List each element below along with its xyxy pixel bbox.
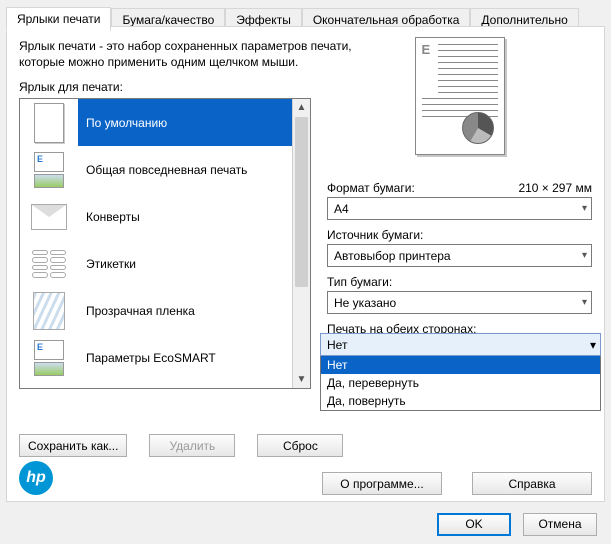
duplex-option-none[interactable]: Нет (321, 356, 600, 374)
duplex-option-rotate[interactable]: Да, повернуть (321, 392, 600, 410)
chevron-down-icon: ▾ (582, 203, 587, 214)
page-preview: E (405, 37, 515, 167)
shortcuts-listbox[interactable]: По умолчанию E Общая повседневная печать… (19, 98, 311, 389)
shortcut-label: Прозрачная пленка (86, 304, 293, 318)
paper-type-select[interactable]: Не указано ▾ (327, 291, 592, 314)
paper-type-label: Тип бумаги: (327, 275, 392, 289)
scroll-down-icon[interactable]: ▼ (293, 371, 310, 388)
shortcut-label: Конверты (86, 210, 293, 224)
tab-shortcuts[interactable]: Ярлыки печати (6, 7, 111, 31)
paper-size-label: Формат бумаги: (327, 181, 415, 195)
ok-button[interactable]: OK (437, 513, 511, 536)
paper-source-label: Источник бумаги: (327, 228, 423, 242)
duplex-select-open[interactable]: Нет ▾ Нет Да, перевернуть Да, повернуть (320, 333, 601, 411)
duplex-selected-value: Нет (327, 338, 347, 352)
chevron-down-icon: ▾ (590, 338, 596, 352)
chevron-down-icon: ▾ (582, 297, 587, 308)
scroll-thumb[interactable] (295, 117, 308, 287)
paper-size-select[interactable]: A4 ▾ (327, 197, 592, 220)
pie-chart-icon (462, 112, 494, 144)
shortcut-item-default[interactable]: По умолчанию (20, 99, 293, 146)
paper-source-value: Автовыбор принтера (334, 249, 451, 263)
hp-logo: hp (19, 461, 53, 495)
shortcut-item-labels[interactable]: Этикетки (20, 240, 293, 287)
paper-type-value: Не указано (334, 296, 396, 310)
scrollbar[interactable]: ▲ ▼ (292, 99, 310, 388)
chevron-down-icon: ▾ (582, 250, 587, 261)
help-button[interactable]: Справка (472, 472, 592, 495)
shortcut-label: Параметры EcoSMART (86, 351, 293, 365)
paper-size-dim: 210 × 297 мм (518, 181, 592, 195)
shortcut-label: По умолчанию (86, 116, 293, 130)
delete-button: Удалить (149, 434, 235, 457)
shortcut-item-everyday[interactable]: E Общая повседневная печать (20, 146, 293, 193)
paper-size-value: A4 (334, 202, 349, 216)
save-as-button[interactable]: Сохранить как... (19, 434, 127, 457)
shortcut-item-ecosmart[interactable]: E Параметры EcoSMART (20, 334, 293, 381)
shortcut-item-transparency[interactable]: Прозрачная пленка (20, 287, 293, 334)
scroll-up-icon[interactable]: ▲ (293, 99, 310, 116)
preview-e-icon: E (422, 42, 431, 57)
duplex-options-list: Нет Да, перевернуть Да, повернуть (320, 356, 601, 411)
shortcut-label: Общая повседневная печать (86, 163, 293, 177)
cancel-button[interactable]: Отмена (523, 513, 597, 536)
duplex-option-flip[interactable]: Да, перевернуть (321, 374, 600, 392)
shortcut-item-envelopes[interactable]: Конверты (20, 193, 293, 240)
about-button[interactable]: О программе... (322, 472, 442, 495)
shortcut-label: Этикетки (86, 257, 293, 271)
tab-body: Ярлык печати - это набор сохраненных пар… (6, 26, 605, 502)
paper-source-select[interactable]: Автовыбор принтера ▾ (327, 244, 592, 267)
